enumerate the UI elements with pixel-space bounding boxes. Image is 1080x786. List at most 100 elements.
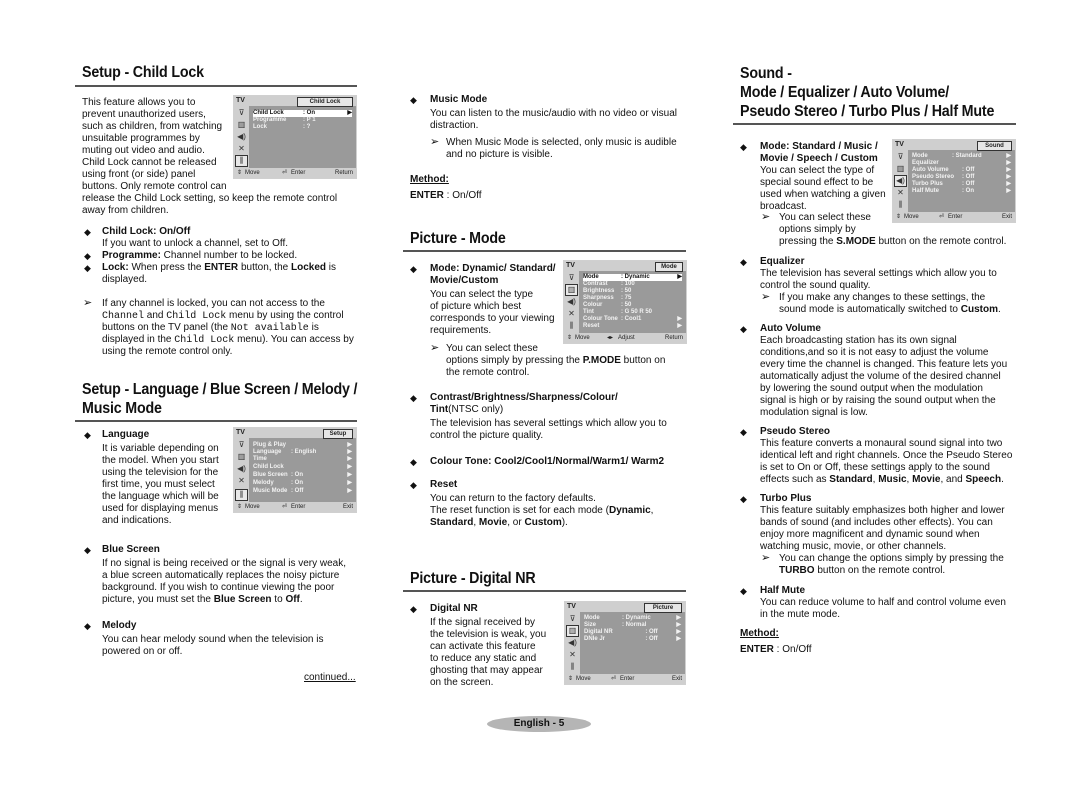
bullet-heading: Child Lock: On/Off xyxy=(102,226,191,237)
text-line: options simply by pressing the P.MODE bu… xyxy=(446,355,666,366)
continued-link[interactable]: continued... xyxy=(304,672,356,684)
bullet-icon: ◆ xyxy=(410,457,417,467)
text-line: first time, you must select xyxy=(102,479,215,490)
channel-icon: ✕ xyxy=(897,188,904,197)
text-line: Each broadcasting station has its own si… xyxy=(760,335,957,346)
osd-tv-label: TV xyxy=(236,97,245,104)
text-line: away from children. xyxy=(82,205,169,216)
text-line: in the mute mode. xyxy=(760,609,841,620)
osd-row: Programme: P 1 xyxy=(253,117,316,123)
text-line: buttons. Only remote control can xyxy=(82,181,227,192)
text-line: If you make any changes to these setting… xyxy=(779,292,986,303)
osd-row: Time ▶ xyxy=(253,456,352,462)
text-line: This feature converts a monaural sound s… xyxy=(760,438,1003,449)
osd-footer: ⇕ Move ⏎ Enter Exit xyxy=(234,502,356,512)
bullet-icon: ◆ xyxy=(740,494,747,504)
text-line: ghosting that may appear xyxy=(430,665,543,676)
bullet-heading: Turbo Plus xyxy=(760,493,812,504)
text-line: You can reduce volume to half and contro… xyxy=(760,597,1006,608)
osd-tab-title: Picture xyxy=(644,603,682,613)
channel-icon: ✕ xyxy=(238,476,245,485)
bullet-heading: Mode: Dynamic/ Standard/ xyxy=(430,263,556,274)
bullet-icon: ◆ xyxy=(84,251,91,261)
bullet-icon: ◆ xyxy=(84,621,91,631)
text-line: unsuitable programmes by xyxy=(82,133,200,144)
heading-setup-language: Setup - Language / Blue Screen / Melody … xyxy=(82,381,358,398)
channel-icon: ✕ xyxy=(568,309,575,318)
text-line: You can select the type of xyxy=(760,165,875,176)
text-line: background. If you wish to continue view… xyxy=(102,582,335,593)
osd-row: Colour Tone: Cool1 ▶ xyxy=(583,316,682,322)
text-line: When Music Mode is selected, only music … xyxy=(446,137,677,148)
text-line: If the signal received by xyxy=(430,617,536,628)
text-line: of picture which best xyxy=(430,301,522,312)
text-line: Lock: When press the ENTER button, the L… xyxy=(102,262,337,273)
heading-setup-language-line2: Music Mode xyxy=(82,400,162,417)
text-line: to reduce any static and xyxy=(430,653,537,664)
text-line: picture, you must set the Blue Screen to… xyxy=(102,594,303,605)
input-icon: ⊽ xyxy=(897,152,904,161)
enter-icon: ⏎ xyxy=(282,170,288,176)
osd-row: Lock: ? xyxy=(253,124,311,130)
osd-row: DNIe Jr : Off ▶ xyxy=(584,636,681,642)
text-line: automatically adjust the volume of the d… xyxy=(760,371,1001,382)
bullet-icon: ◆ xyxy=(410,480,417,490)
text-line: You can hear melody sound when the telev… xyxy=(102,634,324,645)
text-line: If you want to unlock a channel, set to … xyxy=(102,238,289,249)
text-line: The television has several settings whic… xyxy=(760,268,997,279)
osd-row: Sharpness: 75 xyxy=(583,295,632,301)
setup-icon: ⫼ xyxy=(569,321,574,330)
osd-tv-label: TV xyxy=(567,603,576,610)
picture-icon: ▥ xyxy=(565,284,578,296)
note-arrow-icon: ➢ xyxy=(83,297,93,309)
osd-row: Reset ▶ xyxy=(583,323,682,329)
osd-row: Tint: G 50 R 50 xyxy=(583,309,653,315)
bullet-heading: Movie/Custom xyxy=(430,275,499,286)
bullet-heading: Contrast/Brightness/Sharpness/Colour/ xyxy=(430,392,618,403)
bullet-heading: Blue Screen xyxy=(102,544,160,555)
channel-icon: ✕ xyxy=(569,650,576,659)
osd-row: Contrast: 100 xyxy=(583,281,635,287)
text-line: The reset function is set for each mode … xyxy=(430,505,654,516)
picture-icon: ▥ xyxy=(896,164,905,173)
bullet-icon: ◆ xyxy=(740,324,747,334)
bullet-icon: ◆ xyxy=(84,227,91,237)
text-line: on the screen. xyxy=(430,677,494,688)
method-value: ENTER : On/Off xyxy=(410,190,482,201)
bullet-icon: ◆ xyxy=(410,604,417,614)
osd-row: Child Lock ▶ xyxy=(253,464,352,470)
note-arrow-icon: ➢ xyxy=(761,291,771,303)
text-line: It is variable depending on xyxy=(102,443,219,454)
enter-icon: ⏎ xyxy=(611,676,617,682)
method-label: Method: xyxy=(740,628,779,639)
move-icon: ⇕ xyxy=(896,214,902,220)
text-line: enjoy more magnificent and dynamic sound… xyxy=(760,529,980,540)
bullet-icon: ◆ xyxy=(410,393,417,403)
section-divider xyxy=(75,85,357,87)
channel-icon: ✕ xyxy=(238,144,245,153)
text-line: Programme: Channel number to be locked. xyxy=(102,250,298,261)
osd-row: Equalizer ▶ xyxy=(912,160,1011,166)
text-line: release the Child Lock setting, so keep … xyxy=(82,193,338,204)
sound-icon: ◀) xyxy=(237,464,246,473)
text-line: using front (or side) panel xyxy=(82,169,196,180)
text-line: the television is weak, you xyxy=(430,629,547,640)
text-line: and indications. xyxy=(102,515,172,526)
input-icon: ⊽ xyxy=(569,614,576,623)
text-line: used for displaying menus xyxy=(102,503,219,514)
note-arrow-icon: ➢ xyxy=(430,342,440,354)
bullet-heading: Digital NR xyxy=(430,603,478,614)
text-line: bands of sound (and includes other effec… xyxy=(760,517,993,528)
note-arrow-icon: ➢ xyxy=(430,136,440,148)
bullet-heading: Melody xyxy=(102,620,137,631)
page-number-badge: English - 5 xyxy=(487,716,591,732)
osd-footer: ⇕ Move ◂▸ Adjust Return xyxy=(564,333,686,343)
osd-row: Turbo Plus : Off ▶ xyxy=(912,181,1011,187)
osd-tab-title: Child Lock xyxy=(297,97,353,107)
text-line: modulation signal is low. xyxy=(760,407,868,418)
text-line: You can listen to the music/audio with n… xyxy=(430,108,677,119)
move-icon: ⇕ xyxy=(237,504,243,510)
input-icon: ⊽ xyxy=(238,108,245,117)
heading-sound-line3: Pseudo Stereo / Turbo Plus / Half Mute xyxy=(740,103,995,120)
osd-setup-menu: TV Setup ⊽ ▥ ◀) ✕ ⫼ Plug & Play ▶ Languag… xyxy=(233,427,357,513)
